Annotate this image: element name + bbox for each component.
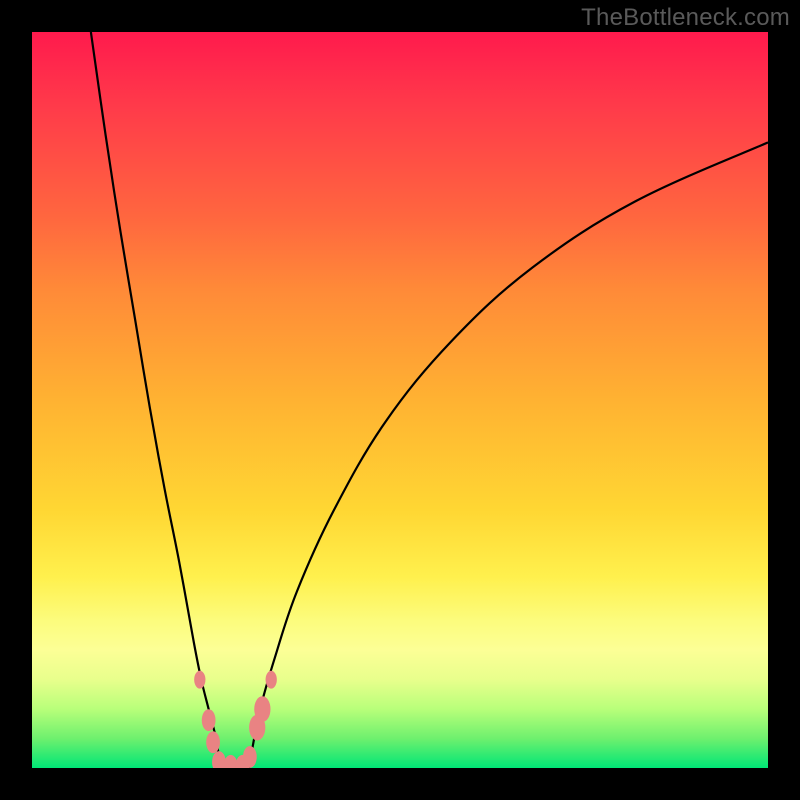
data-marker [224,755,238,768]
data-marker [194,671,205,689]
data-marker [212,751,226,768]
data-marker [266,671,277,689]
data-marker [202,709,216,731]
data-marker [206,731,220,753]
chart-svg [32,32,768,768]
marker-group [194,671,277,768]
chart-frame: TheBottleneck.com [0,0,800,800]
data-marker [243,746,257,768]
curve-left-branch [91,32,221,768]
data-marker [254,696,270,722]
plot-area [32,32,768,768]
curve-right-branch [249,142,768,768]
watermark-text: TheBottleneck.com [581,4,790,32]
